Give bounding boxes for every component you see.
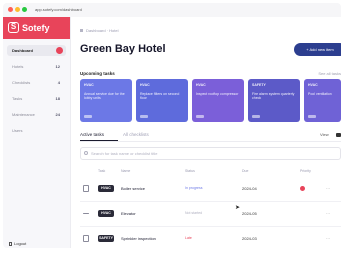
- column-header-name[interactable]: Name: [121, 169, 130, 174]
- task-card[interactable]: HVAC Pool ventilation: [304, 79, 341, 122]
- see-all-tasks-link[interactable]: See all tasks: [318, 71, 341, 77]
- task-card[interactable]: HVAC Replace filters on second floor: [136, 79, 188, 122]
- column-header-priority[interactable]: Priority: [300, 169, 311, 174]
- table-row[interactable]: HVAC Elevator Not started 2024-05 ···: [80, 201, 341, 227]
- task-card-footer: [84, 115, 92, 118]
- task-card-text: Annual service due for the lobby units: [84, 91, 125, 101]
- sidebar-item-label: Maintenance: [12, 112, 35, 117]
- task-card[interactable]: HVAC Annual service due for the lobby un…: [80, 79, 132, 122]
- more-options-icon[interactable]: ···: [326, 235, 330, 242]
- logout-label: Logout: [14, 241, 27, 246]
- task-card-text: Inspect rooftop compressor: [196, 91, 239, 96]
- task-card-footer: [308, 115, 316, 118]
- app-window: app.sotefy.com/dashboard S Sotefy Dashbo…: [3, 3, 341, 248]
- more-options-icon[interactable]: ···: [326, 185, 330, 192]
- address-bar[interactable]: app.sotefy.com/dashboard: [35, 6, 82, 13]
- notification-badge: [56, 47, 63, 54]
- maximize-window-icon[interactable]: [22, 7, 27, 12]
- task-card-kind: HVAC: [196, 83, 206, 87]
- task-card-text: Pool ventilation: [308, 91, 332, 96]
- table-row[interactable]: HVAC Boiler service In progress 2024-04 …: [80, 176, 341, 202]
- sidebar-item-label: Tasks: [12, 96, 23, 101]
- main-content: Dashboard · Hotel Green Bay Hotel + Add …: [71, 17, 341, 248]
- search-icon: [84, 151, 88, 155]
- sidebar-item-users[interactable]: Users: [7, 125, 66, 136]
- task-card-kind: HVAC: [308, 83, 318, 87]
- column-header-status[interactable]: Status: [185, 169, 195, 174]
- page-title: Green Bay Hotel: [80, 43, 166, 55]
- search-placeholder: Search for task name or checklist title: [91, 151, 158, 156]
- add-item-button[interactable]: + Add new item: [294, 43, 341, 56]
- document-icon: [83, 235, 89, 242]
- sidebar-item-checklists[interactable]: Checklists 4: [7, 77, 66, 88]
- minus-icon: [83, 213, 89, 214]
- task-card[interactable]: SAFETY Fire alarm system quarterly check: [248, 79, 300, 122]
- mouse-cursor-icon: ➤: [235, 205, 241, 211]
- tabs-divider: [80, 141, 341, 142]
- task-status: In progress: [185, 186, 203, 190]
- view-toggle-icon[interactable]: [336, 133, 341, 137]
- task-card-footer: [196, 115, 204, 118]
- home-icon: [80, 29, 83, 33]
- sidebar-item-maintenance[interactable]: Maintenance 24: [7, 109, 66, 120]
- sidebar: S Sotefy Dashboard Hotels 12 Checklists …: [3, 17, 71, 248]
- logout-icon: [9, 241, 12, 246]
- brand-name: Sotefy: [22, 23, 50, 33]
- document-icon: [83, 185, 89, 192]
- tab-active-tasks[interactable]: Active tasks: [80, 131, 104, 138]
- task-due: 2024-03: [242, 236, 257, 241]
- task-card-footer: [140, 115, 148, 118]
- task-card-kind: SAFETY: [252, 83, 266, 87]
- sotefy-logo-icon: S: [8, 22, 19, 33]
- column-header-due[interactable]: Due: [242, 169, 248, 174]
- sidebar-item-dashboard[interactable]: Dashboard: [7, 45, 66, 56]
- minimize-window-icon[interactable]: [15, 7, 20, 12]
- breadcrumb-text: Dashboard · Hotel: [86, 28, 119, 33]
- task-tag: HVAC: [98, 210, 114, 217]
- sidebar-item-count: 12: [55, 64, 60, 69]
- tab-all-checklists[interactable]: All checklists: [123, 131, 149, 138]
- sidebar-item-label: Hotels: [12, 64, 24, 69]
- task-due: 2024-05: [242, 211, 257, 216]
- sidebar-item-count: 24: [55, 112, 60, 117]
- brand-header[interactable]: S Sotefy: [3, 17, 70, 39]
- browser-titlebar: app.sotefy.com/dashboard: [3, 3, 341, 17]
- task-tag: SAFETY: [98, 235, 114, 242]
- task-status: Late: [185, 236, 192, 240]
- task-card-text: Replace filters on second floor: [140, 91, 180, 101]
- task-name: Elevator: [121, 211, 136, 216]
- task-card-kind: HVAC: [140, 83, 150, 87]
- task-due: 2024-04: [242, 186, 257, 191]
- task-name: Boiler service: [121, 186, 146, 191]
- sidebar-item-count: 4: [57, 80, 60, 85]
- task-name: Sprinkler inspection: [121, 236, 156, 241]
- sidebar-item-label: Checklists: [12, 80, 31, 85]
- sidebar-item-label: Users: [12, 128, 23, 133]
- more-options-icon[interactable]: ···: [326, 210, 330, 217]
- logout-link[interactable]: Logout: [9, 241, 26, 247]
- upcoming-tasks-heading: Upcoming tasks: [80, 71, 115, 76]
- breadcrumb[interactable]: Dashboard · Hotel: [80, 28, 118, 34]
- sidebar-item-label: Dashboard: [12, 48, 33, 53]
- column-header-task[interactable]: Task: [98, 169, 105, 174]
- task-card-footer: [252, 115, 260, 118]
- task-card-kind: HVAC: [84, 83, 94, 87]
- search-input[interactable]: Search for task name or checklist title: [80, 147, 341, 160]
- sidebar-item-hotels[interactable]: Hotels 12: [7, 61, 66, 72]
- close-window-icon[interactable]: [8, 7, 13, 12]
- sidebar-item-count: 18: [55, 96, 60, 101]
- view-label: View: [320, 132, 329, 137]
- priority-flag-icon: [300, 186, 305, 191]
- task-status: Not started: [185, 211, 203, 215]
- table-row[interactable]: SAFETY Sprinkler inspection Late 2024-03…: [80, 226, 341, 248]
- task-tag: HVAC: [98, 185, 114, 192]
- task-card-text: Fire alarm system quarterly check: [252, 91, 295, 101]
- sidebar-item-tasks[interactable]: Tasks 18: [7, 93, 66, 104]
- task-card[interactable]: HVAC Inspect rooftop compressor: [192, 79, 244, 122]
